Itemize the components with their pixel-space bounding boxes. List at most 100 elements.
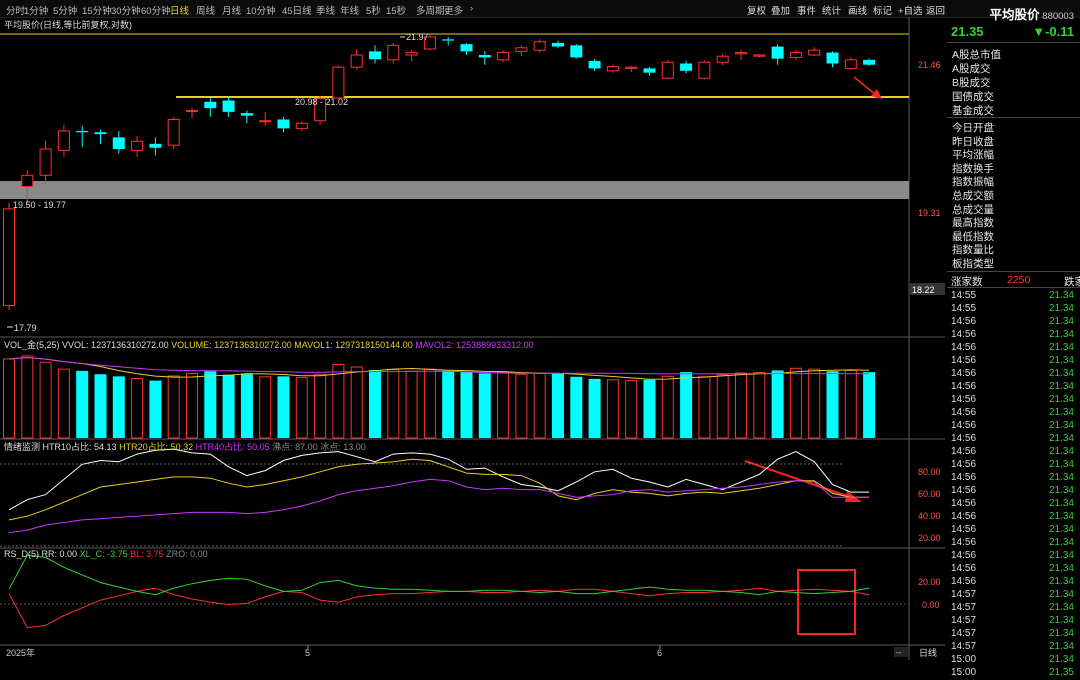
candle-body	[442, 39, 455, 41]
tab-13[interactable]: 5秒	[366, 3, 381, 17]
tick-row: 14:56 21.34	[947, 433, 1080, 446]
emo-cold: 冰点: 13.00	[320, 442, 366, 452]
tick-row: 14:56 21.34	[947, 407, 1080, 420]
tool-1[interactable]: 叠加	[771, 3, 790, 17]
volume-bar	[350, 366, 363, 439]
candle-body	[771, 46, 784, 59]
tab-10[interactable]: 45日线	[282, 3, 312, 17]
tick-time: 14:56	[951, 394, 977, 405]
volume-bar	[167, 375, 180, 439]
tool-3[interactable]: 统计	[822, 3, 841, 17]
volume-bar	[423, 368, 436, 439]
divider	[947, 42, 1080, 43]
emotion-lines	[8, 448, 870, 534]
tab-6[interactable]: 日线	[170, 3, 189, 17]
tick-row: 14:56 21.34	[947, 576, 1080, 589]
tool-0[interactable]: 复权	[747, 3, 766, 17]
tick-time: 14:56	[951, 550, 977, 561]
tab-14[interactable]: 15秒	[386, 3, 406, 17]
candle-body	[826, 52, 839, 64]
candle-body	[405, 52, 418, 56]
updown-value: 2250	[1007, 274, 1031, 286]
emo-htr20: HTR20占比: 50.32	[119, 442, 194, 452]
volume-bar	[405, 370, 418, 439]
volume-bar	[643, 379, 656, 438]
zone-mid-label: 20.98 - 21.02	[295, 97, 348, 107]
candle-body	[76, 130, 89, 133]
vol-volume: VOLUME: 1237136310272.00	[171, 340, 292, 350]
tick-time: 14:56	[951, 407, 977, 418]
candle-body	[863, 59, 876, 65]
tick-price: 21.34	[1048, 342, 1074, 353]
tool-4[interactable]: 画线	[848, 3, 867, 17]
divider	[947, 287, 1080, 288]
volume-bar	[625, 380, 638, 439]
stat-item-10[interactable]: 板指类型	[952, 256, 994, 271]
tab-2[interactable]: 5分钟	[53, 3, 77, 17]
candle-body	[497, 52, 510, 61]
tab-7[interactable]: 周线	[196, 3, 215, 17]
tab-11[interactable]: 季线	[316, 3, 335, 17]
volume-bar	[863, 372, 876, 438]
tab-0[interactable]: 分时	[6, 3, 25, 17]
tick-price: 21.34	[1048, 550, 1074, 561]
quote-side-panel: 平均股价 880003 21.35 ▼-0.11 涨家数 2250 跌家 A股总…	[947, 0, 1080, 678]
high-label: 21.97	[406, 32, 429, 42]
tick-time: 14:56	[951, 576, 977, 587]
tick-price: 21.34	[1048, 641, 1074, 652]
volume-bar	[789, 367, 802, 439]
volume-bar	[186, 372, 198, 439]
menu-item-4[interactable]: 基金成交	[952, 103, 994, 118]
emo-axis-label: 20.00	[918, 533, 941, 543]
volume-bars	[3, 355, 876, 439]
candle-body	[21, 174, 34, 188]
y-axis-label: 18.22	[912, 285, 935, 295]
volume-bar	[314, 373, 327, 439]
htr10-line	[8, 448, 870, 511]
tab-16[interactable]: 更多	[444, 3, 463, 17]
menu-item-0[interactable]: A股总市值	[952, 47, 1001, 62]
menu-item-1[interactable]: A股成交	[952, 61, 991, 76]
tick-price: 21.34	[1048, 563, 1074, 574]
volume-bar	[332, 363, 345, 439]
candle-body	[533, 41, 546, 51]
tab-15[interactable]: 多周期	[416, 3, 445, 17]
candle-body	[606, 66, 619, 72]
menu-item-2[interactable]: B股成交	[952, 75, 991, 90]
tick-time: 14:57	[951, 589, 977, 600]
more-arrow[interactable]: ›	[470, 3, 473, 14]
period-indicator[interactable]: 日线	[919, 647, 937, 658]
tab-5[interactable]: 60分钟	[141, 3, 171, 17]
volume-bar	[112, 376, 125, 438]
candle-body	[680, 63, 693, 71]
tab-1[interactable]: 1分钟	[24, 3, 48, 17]
tool-2[interactable]: 事件	[797, 3, 816, 17]
candle-body	[39, 148, 52, 176]
tick-time: 14:57	[951, 602, 977, 613]
tab-8[interactable]: 月线	[222, 3, 241, 17]
tab-12[interactable]: 年线	[340, 3, 359, 17]
chart-area[interactable]: 19.50 - 19.77 20.98 - 21.02 21.97 17.79 …	[0, 17, 945, 660]
rs-bl-line	[8, 587, 870, 629]
candle-body	[204, 101, 217, 109]
volume-bar	[149, 380, 162, 438]
menu-item-3[interactable]: 国债成交	[952, 89, 994, 104]
tick-row: 14:57 21.34	[947, 641, 1080, 654]
volume-bar	[606, 379, 619, 439]
tick-price: 21.34	[1048, 615, 1074, 626]
tab-4[interactable]: 30分钟	[111, 3, 141, 17]
rs-lines	[8, 554, 870, 629]
volume-bar	[680, 372, 693, 438]
tick-row: 14:56 21.34	[947, 498, 1080, 511]
tab-3[interactable]: 15分钟	[82, 3, 112, 17]
tab-9[interactable]: 10分钟	[246, 3, 276, 17]
tick-time: 14:57	[951, 628, 977, 639]
tick-row: 14:56 21.34	[947, 342, 1080, 355]
tick-price: 21.34	[1048, 485, 1074, 496]
tool-5[interactable]: 标记	[873, 3, 892, 17]
tool-7[interactable]: 返回	[926, 3, 945, 17]
tick-row: 14:57 21.34	[947, 602, 1080, 615]
period-toolbar: 分时 1分钟 5分钟 15分钟 30分钟 60分钟 日线 周线 月线 10分钟 45日线 季线 年线 5秒…	[0, 0, 1080, 18]
tool-6[interactable]: +自选	[898, 3, 923, 17]
tick-row: 14:56 21.34	[947, 355, 1080, 368]
